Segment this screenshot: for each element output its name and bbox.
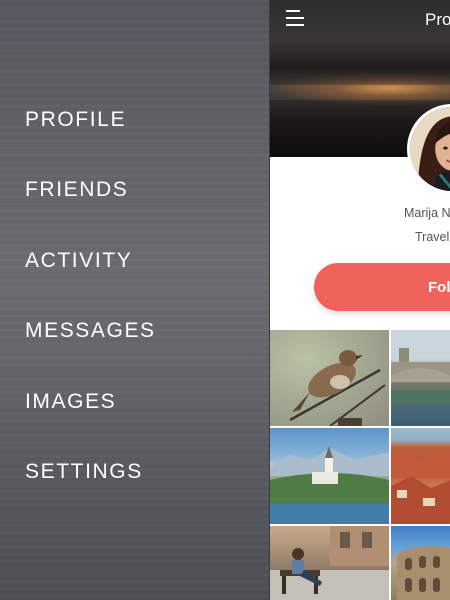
sparrow-image-icon <box>289 350 386 426</box>
menu-item-friends[interactable]: FRIENDS <box>25 178 156 248</box>
gallery-image-sparrow[interactable] <box>270 330 389 426</box>
hamburger-menu-icon[interactable] <box>286 10 306 26</box>
menu-list: PROFILE FRIENDS ACTIVITY MESSAGES IMAGES… <box>25 108 156 530</box>
colosseum-image-icon <box>397 546 450 600</box>
menu-item-messages[interactable]: MESSAGES <box>25 319 156 389</box>
follow-button[interactable]: Fol <box>314 263 450 311</box>
bridge-town-image-icon <box>391 348 450 404</box>
gallery-image-colosseum[interactable] <box>391 526 450 600</box>
gallery-image-bench[interactable] <box>270 526 389 600</box>
profile-role: Travel <box>415 230 450 244</box>
menu-item-activity[interactable]: ACTIVITY <box>25 249 156 319</box>
menu-item-images[interactable]: IMAGES <box>25 390 156 460</box>
page-title: Pro <box>425 10 450 29</box>
image-gallery <box>270 330 450 600</box>
gallery-image-red-roofs[interactable] <box>391 428 450 524</box>
lake-church-image-icon <box>270 446 389 524</box>
menu-item-profile[interactable]: PROFILE <box>25 108 156 178</box>
gallery-image-lake-church[interactable] <box>270 428 389 524</box>
profile-panel: Pro Marija N Travel Fol <box>269 0 450 600</box>
bench-image-icon <box>270 526 389 600</box>
profile-name: Marija N <box>404 206 450 220</box>
red-roofs-image-icon <box>391 450 450 524</box>
gallery-image-bridge-town[interactable] <box>391 330 450 426</box>
cover-hill <box>270 40 450 85</box>
menu-item-settings[interactable]: SETTINGS <box>25 460 156 530</box>
side-menu: PROFILE FRIENDS ACTIVITY MESSAGES IMAGES… <box>0 0 270 600</box>
